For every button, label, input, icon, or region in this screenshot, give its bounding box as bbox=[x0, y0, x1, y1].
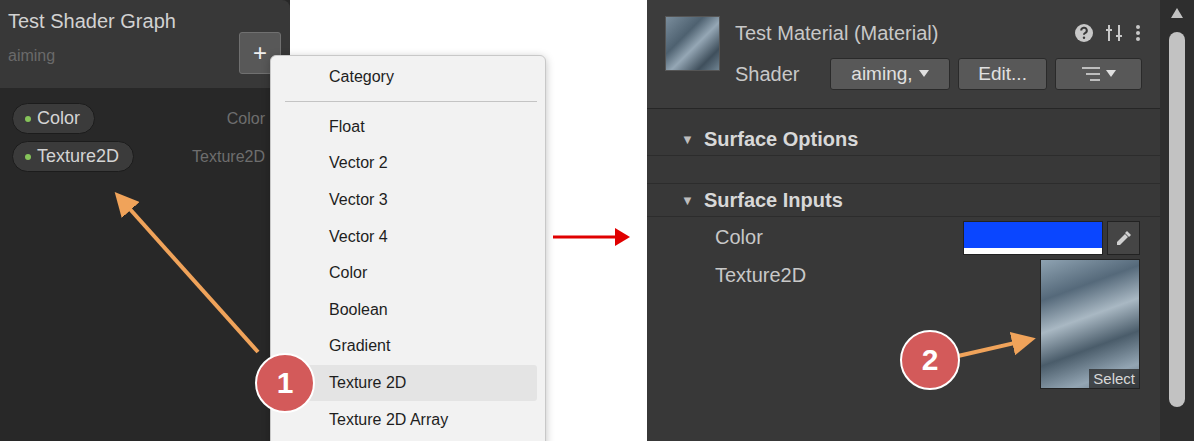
menu-group: FloatVector 2Vector 3Vector 4ColorBoolea… bbox=[285, 109, 537, 438]
section-header[interactable]: ▼ Surface Inputs bbox=[647, 184, 1160, 217]
color-field bbox=[963, 221, 1140, 255]
section-label: Surface Options bbox=[704, 128, 858, 151]
step-badge: 2 bbox=[900, 330, 960, 390]
blackboard-title: Test Shader Graph bbox=[8, 10, 176, 33]
dropdown-arrow-icon bbox=[1106, 70, 1116, 78]
step-badge: 1 bbox=[255, 353, 315, 413]
shader-dropdown[interactable]: aiming, bbox=[830, 58, 950, 90]
select-button[interactable]: Select bbox=[1089, 369, 1139, 388]
property-pill[interactable]: Texture2D bbox=[12, 141, 134, 172]
inspector-header-content: Test Material (Material) Shader aiming, Edi… bbox=[735, 14, 1142, 90]
scrollbar[interactable] bbox=[1160, 0, 1194, 441]
property-dot bbox=[25, 116, 31, 122]
menu-item[interactable]: Float bbox=[285, 109, 537, 146]
menu-item[interactable]: Texture 2D Array bbox=[285, 401, 537, 438]
property-list: Color Color Texture2D Texture2D bbox=[0, 88, 290, 172]
blackboard-header: Test Shader Graphaiming+ bbox=[0, 0, 290, 88]
property-type: Texture2D bbox=[192, 148, 265, 166]
section-arrow-icon: ▼ bbox=[681, 132, 694, 147]
dropdown-arrow-icon bbox=[919, 70, 929, 78]
list-button[interactable] bbox=[1055, 58, 1142, 90]
menu-item[interactable]: Texture 2D bbox=[285, 365, 537, 402]
annotation-arrow-icon bbox=[958, 340, 1028, 356]
property-row: Color Color bbox=[12, 103, 265, 134]
property-row: Texture2D Texture2D bbox=[12, 141, 265, 172]
color-swatch[interactable] bbox=[963, 221, 1103, 255]
inspector-title: Test Material (Material) bbox=[735, 22, 938, 45]
section-label: Surface Inputs bbox=[704, 189, 843, 212]
menu-item[interactable]: Category bbox=[285, 59, 537, 96]
annotation-layer bbox=[0, 0, 1194, 441]
property-name: Color bbox=[37, 108, 80, 129]
eyedropper-icon bbox=[1115, 229, 1133, 247]
title-row: Test Material (Material) bbox=[735, 14, 1142, 52]
blackboard-titles: Test Shader Graph aiming bbox=[8, 10, 176, 76]
input-row: Color bbox=[647, 217, 1160, 255]
preset-icon[interactable] bbox=[1104, 23, 1124, 43]
scroll-thumb[interactable] bbox=[1169, 32, 1185, 407]
help-icon[interactable] bbox=[1074, 23, 1094, 43]
inspector-header: Test Material (Material) Shader aiming, Edi… bbox=[647, 0, 1160, 109]
list-icon bbox=[1082, 67, 1100, 81]
property-pill[interactable]: Color bbox=[12, 103, 95, 134]
shader-label: Shader bbox=[735, 63, 822, 86]
property-dot bbox=[25, 154, 31, 160]
edit-button[interactable]: Edit... bbox=[958, 58, 1047, 90]
more-icon[interactable] bbox=[1134, 23, 1142, 43]
annotation-arrow-icon bbox=[120, 198, 258, 352]
page: Test Shader Graphaiming+ColorColorTextur… bbox=[0, 0, 1194, 441]
header-icons bbox=[1074, 23, 1142, 43]
input-label: Texture2D bbox=[715, 259, 806, 287]
menu-item[interactable]: Color bbox=[285, 255, 537, 292]
eyedropper-button[interactable] bbox=[1107, 221, 1140, 255]
blackboard-panel: Test Shader Graphaiming+ColorColorTextur… bbox=[0, 0, 290, 441]
shader-row: Shader aiming, Edit... bbox=[735, 58, 1142, 90]
menu-item[interactable]: Vector 3 bbox=[285, 182, 537, 219]
property-name: Texture2D bbox=[37, 146, 119, 167]
menu-item[interactable]: Vector 4 bbox=[285, 218, 537, 255]
input-label: Color bbox=[715, 221, 763, 249]
material-preview bbox=[665, 16, 720, 71]
menu-group: Category bbox=[285, 59, 537, 96]
scroll-up-icon[interactable] bbox=[1171, 8, 1183, 18]
texture-slot[interactable]: Select bbox=[1040, 259, 1140, 389]
section-body bbox=[647, 156, 1160, 184]
section-arrow-icon: ▼ bbox=[681, 193, 694, 208]
property-type: Color bbox=[227, 110, 265, 128]
blackboard-subtitle: aiming bbox=[8, 47, 176, 65]
shader-value: aiming, bbox=[851, 63, 912, 85]
transition-arrow-icon bbox=[553, 236, 624, 239]
menu-separator bbox=[285, 101, 537, 102]
menu-item[interactable]: Vector 2 bbox=[285, 145, 537, 182]
menu-item[interactable]: Gradient bbox=[285, 328, 537, 365]
menu-item[interactable]: Boolean bbox=[285, 292, 537, 329]
section-header[interactable]: ▼ Surface Options bbox=[647, 123, 1160, 156]
